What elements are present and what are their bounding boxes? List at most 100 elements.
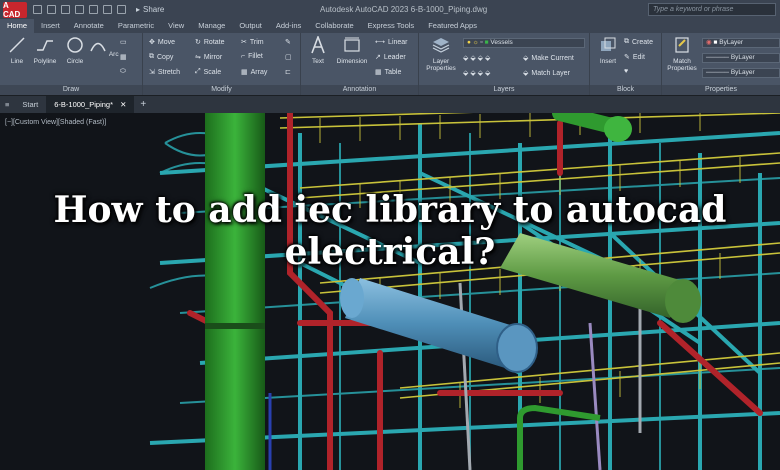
mirror-label: Mirror	[203, 53, 223, 61]
undo-icon[interactable]	[103, 5, 112, 14]
ellipse-icon[interactable]: ⬭	[120, 68, 126, 76]
tab-annotate[interactable]: Annotate	[67, 19, 111, 33]
tab-manage[interactable]: Manage	[191, 19, 232, 33]
window-title: Autodesk AutoCAD 2023 6-B-1000_Piping.dw…	[320, 5, 488, 14]
match-properties-button[interactable]: Match Properties	[664, 36, 700, 72]
app-logo[interactable]: A CAD	[3, 1, 27, 19]
copy-label: Copy	[157, 53, 174, 61]
layer-properties-button[interactable]: Layer Properties	[423, 36, 459, 72]
make-current-button[interactable]: ⬙ Make Current	[523, 54, 574, 63]
color-dropdown[interactable]: ◉ ■ ByLayer	[702, 38, 780, 48]
scale-button[interactable]: ⤢ Scale	[195, 68, 221, 76]
tab-insert[interactable]: Insert	[34, 19, 67, 33]
array-button[interactable]: ▦ Array	[241, 68, 267, 77]
leader-button[interactable]: ↗ Leader	[375, 53, 406, 62]
share-button[interactable]: ▸ Share	[136, 5, 164, 14]
table-button[interactable]: ▦ Table	[375, 68, 401, 77]
new-tab-button[interactable]: +	[134, 99, 152, 110]
edit-block-label: Edit	[632, 53, 645, 61]
text-icon	[311, 34, 325, 54]
close-icon[interactable]: ✕	[120, 100, 126, 109]
tab-collaborate[interactable]: Collaborate	[308, 19, 360, 33]
open-icon[interactable]	[47, 5, 56, 14]
fillet-button[interactable]: ⌐ Fillet	[241, 53, 263, 60]
current-layer-name: Vessels	[490, 39, 513, 46]
text-label: Text	[312, 58, 324, 65]
drawing-tab[interactable]: 6-B-1000_Piping* ✕	[46, 96, 135, 113]
leader-icon: ↗	[375, 54, 381, 61]
plot-icon[interactable]	[89, 5, 98, 14]
circle-button[interactable]: Circle	[60, 36, 90, 65]
viewport-controls-label[interactable]: [−][Custom View][Shaded (Fast)]	[5, 119, 106, 126]
lineweight-line: ─────	[706, 69, 730, 76]
hatch-icon[interactable]: ▦	[120, 53, 127, 61]
block-panel-title[interactable]: Block	[590, 85, 661, 95]
layer-dropdown[interactable]: ● ☼ ▫ ■ Vessels	[463, 38, 585, 48]
tab-featured-apps[interactable]: Featured Apps	[421, 19, 484, 33]
array-icon: ▦	[241, 69, 248, 76]
menu-icon[interactable]: ≡	[0, 100, 14, 109]
save-icon[interactable]	[61, 5, 70, 14]
modify-panel-title[interactable]: Modify	[143, 85, 300, 95]
headline: How to add iec library to autocad electr…	[0, 189, 780, 273]
block-attributes-icon[interactable]: ♥	[624, 68, 628, 75]
layers-panel-title[interactable]: Layers	[419, 85, 589, 95]
explode-icon[interactable]: ▢	[285, 53, 292, 61]
new-icon[interactable]	[33, 5, 42, 14]
create-block-button[interactable]: ⧉ Create	[624, 38, 653, 46]
lightbulb-icon: ●	[467, 39, 471, 46]
ribbon: Line Polyline Circle Arc ▭ ▦ ⬭ Draw ✥ Mov…	[0, 33, 780, 95]
modify-panel: ✥ Move ↻ Rotate ✂ Trim ⧉ Copy ⇋ Mirror ⌐ Fille…	[143, 33, 301, 95]
draw-panel-title[interactable]: Draw	[0, 85, 142, 95]
line-button[interactable]: Line	[2, 36, 32, 65]
copy-icon: ⧉	[149, 53, 154, 60]
drawing-viewport[interactable]: [−][Custom View][Shaded (Fast)]	[0, 113, 780, 470]
layer-tools-row-1[interactable]: ⬙ ⬙ ⬙ ⬙	[463, 54, 490, 62]
lock-icon: ▫	[480, 39, 483, 46]
line-icon	[9, 37, 25, 53]
tab-home[interactable]: Home	[0, 19, 35, 33]
text-button[interactable]: Text	[303, 34, 333, 65]
edit-block-button[interactable]: ✎ Edit	[624, 53, 645, 62]
fillet-label: Fillet	[248, 53, 263, 60]
trim-button[interactable]: ✂ Trim	[241, 38, 264, 47]
erase-icon[interactable]: ✎	[285, 38, 291, 46]
annotation-panel-title[interactable]: Annotation	[301, 85, 418, 95]
lineweight-dropdown[interactable]: ───── ByLayer	[702, 68, 780, 78]
rotate-button[interactable]: ↻ Rotate	[195, 38, 225, 47]
linear-button[interactable]: ⟷ Linear	[375, 38, 408, 47]
trim-label: Trim	[249, 38, 264, 46]
linetype-dropdown[interactable]: ───── ByLayer	[702, 53, 780, 63]
redo-icon[interactable]	[117, 5, 126, 14]
move-button[interactable]: ✥ Move	[149, 38, 175, 47]
stretch-button[interactable]: ⇲ Stretch	[149, 68, 180, 77]
rectangle-icon[interactable]: ▭	[120, 38, 127, 46]
properties-panel-title[interactable]: Properties	[662, 85, 780, 95]
annotation-panel: Text Dimension ⟷ Linear ↗ Leader ▦ Table An…	[301, 33, 419, 95]
block-panel: Insert ⧉ Create ✎ Edit ♥ Block	[590, 33, 662, 95]
draw-panel: Line Polyline Circle Arc ▭ ▦ ⬭ Draw	[0, 33, 143, 95]
arc-icon	[90, 42, 107, 52]
offset-icon[interactable]: ⊏	[285, 68, 291, 76]
save-as-icon[interactable]	[75, 5, 84, 14]
tab-parametric[interactable]: Parametric	[111, 19, 161, 33]
layer-properties-icon	[432, 38, 450, 53]
tab-add-ins[interactable]: Add-ins	[269, 19, 308, 33]
mirror-button[interactable]: ⇋ Mirror	[195, 53, 223, 62]
move-label: Move	[157, 38, 175, 46]
tab-express-tools[interactable]: Express Tools	[361, 19, 422, 33]
create-block-icon: ⧉	[624, 38, 629, 45]
layer-tools-row-2[interactable]: ⬙ ⬙ ⬙ ⬙	[463, 69, 490, 77]
dimension-button[interactable]: Dimension	[333, 36, 371, 65]
insert-icon	[601, 37, 616, 51]
start-tab[interactable]: Start	[14, 96, 46, 113]
tab-view[interactable]: View	[161, 19, 191, 33]
arc-button[interactable]: Arc	[89, 36, 119, 58]
copy-button[interactable]: ⧉ Copy	[149, 53, 173, 61]
tab-output[interactable]: Output	[232, 19, 269, 33]
polyline-button[interactable]: Polyline	[30, 36, 60, 65]
edit-block-icon: ✎	[624, 54, 630, 61]
match-layer-button[interactable]: ⬙ Match Layer	[523, 69, 570, 78]
insert-button[interactable]: Insert	[593, 36, 623, 65]
search-input[interactable]: Type a keyword or phrase	[648, 3, 776, 16]
